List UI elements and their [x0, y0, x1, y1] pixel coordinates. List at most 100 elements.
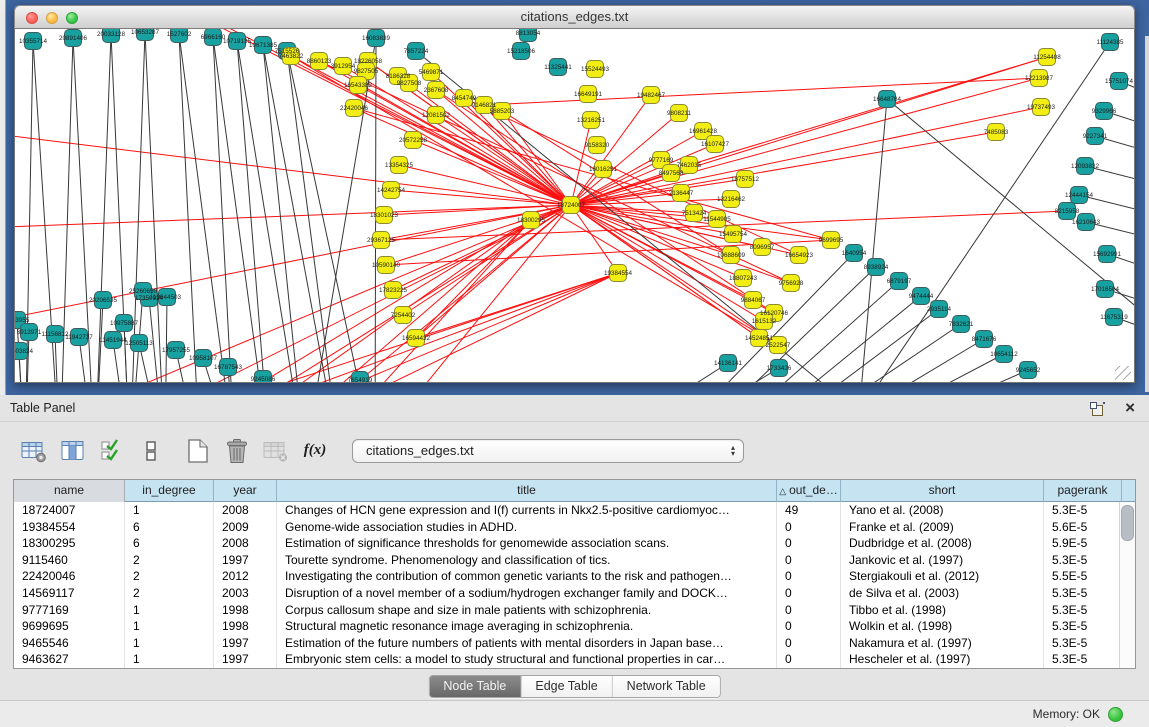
graph-node-label: 18301023 — [370, 212, 399, 219]
graph-node-label: 16107427 — [701, 141, 730, 148]
function-builder-icon[interactable]: f(x) — [301, 438, 329, 464]
column-header-title[interactable]: title — [277, 480, 777, 502]
cell-pagerank: 5.3E-5 — [1044, 635, 1122, 652]
minimize-button[interactable] — [46, 12, 58, 24]
column-header-name[interactable]: name — [14, 480, 125, 502]
table-row[interactable]: 977716911998Corpus callosum shape and si… — [14, 602, 1135, 619]
graph-node-label: 9756928 — [779, 280, 804, 287]
scrollbar-thumb[interactable] — [1121, 505, 1134, 541]
sort-ascending-icon: △ — [779, 486, 786, 496]
graph-node-label: 8497568 — [659, 170, 684, 177]
graph-node-label: 13216462 — [717, 196, 746, 203]
graph-node-label: 16649191 — [574, 91, 603, 98]
graph-node-label: 11675319 — [1100, 314, 1128, 321]
graph-node-label: 20572258 — [399, 137, 428, 144]
column-header-short[interactable]: short — [841, 480, 1044, 502]
citation-edge-black — [95, 34, 111, 383]
float-panel-icon[interactable] — [1090, 402, 1105, 415]
table-row[interactable]: 969969511998Structural magnetic resonanc… — [14, 618, 1135, 635]
table-selector-dropdown[interactable]: citations_edges.txt ▴▾ — [352, 439, 744, 463]
tab-network-table[interactable]: Network Table — [613, 676, 720, 697]
graph-node-label: 1733426 — [767, 365, 792, 372]
cell-title: Estimation of significance thresholds fo… — [277, 535, 777, 552]
graph-node-label: 8860123 — [307, 58, 332, 65]
table-row[interactable]: 1872400712008Changes of HCN gene express… — [14, 502, 1135, 519]
graph-node-label: 20033128 — [97, 31, 126, 38]
show-columns-icon[interactable] — [59, 438, 87, 464]
graph-node-label: 18226058 — [354, 58, 383, 65]
cell-name: 18724007 — [14, 502, 125, 519]
graph-node-label: 19644503 — [153, 294, 182, 301]
zoom-button[interactable] — [66, 12, 78, 24]
resize-grip[interactable] — [1115, 366, 1131, 380]
table-row[interactable]: 2242004622012Investigating the contribut… — [14, 568, 1135, 585]
graph-node-label: 9245086 — [251, 376, 276, 383]
graph-node-label: 16648784 — [873, 96, 902, 103]
table-row[interactable]: 1830029562008Estimation of significance … — [14, 535, 1135, 552]
graph-node-label: 11544905 — [703, 216, 731, 223]
delete-column-icon[interactable] — [223, 438, 251, 464]
table-mode-icon[interactable] — [20, 438, 48, 464]
graph-node-label: 11325441 — [544, 64, 572, 71]
cell-title: Changes of HCN gene expression and I(f) … — [277, 502, 777, 519]
graph-node-label: 9227341 — [1083, 133, 1108, 140]
cell-pagerank: 5.3E-5 — [1044, 651, 1122, 668]
graph-node-label: 10590140 — [372, 262, 401, 269]
graph-node-label: 9699695 — [819, 237, 844, 244]
graph-node-label: 2935114 — [927, 306, 952, 313]
citation-edge-black — [145, 32, 165, 383]
network-canvas[interactable]: 1035571420891406200331281065328715276026… — [14, 29, 1135, 383]
window-title: citations_edges.txt — [15, 6, 1134, 28]
close-panel-icon[interactable]: × — [1125, 401, 1135, 415]
cell-in_degree: 6 — [125, 519, 214, 536]
table-row[interactable]: 946362711997Embryonic stem cells: a mode… — [14, 651, 1135, 668]
table-row[interactable]: 946554611997Estimation of the future num… — [14, 635, 1135, 652]
cell-in_degree: 2 — [125, 552, 214, 569]
window-title-bar[interactable]: citations_edges.txt — [14, 5, 1135, 29]
cell-pagerank: 5.3E-5 — [1044, 552, 1122, 569]
citation-edge-black — [237, 41, 305, 383]
status-bar: Memory: OK — [0, 700, 1149, 727]
cell-pagerank: 5.3E-5 — [1044, 618, 1122, 635]
cell-in_degree: 6 — [125, 535, 214, 552]
cell-short: Nakamura et al. (1997) — [841, 635, 1044, 652]
graph-node-label: 12213987 — [1025, 75, 1054, 82]
node-table: namein_degreeyeartitle△out_de…shortpager… — [13, 479, 1136, 669]
network-canvas-svg[interactable]: 1035571420891406200331281065328715276026… — [15, 29, 1135, 383]
graph-node-label: 29367125 — [367, 237, 396, 244]
graph-node-label: 15751074 — [1105, 78, 1134, 85]
tab-node-table[interactable]: Node Table — [429, 676, 521, 697]
table-row[interactable]: 1938455462009Genome-wide association stu… — [14, 519, 1135, 536]
cell-short: Jankovic et al. (1997) — [841, 552, 1044, 569]
close-button[interactable] — [26, 12, 38, 24]
graph-node-label: 10355714 — [19, 38, 48, 45]
column-header-in_degree[interactable]: in_degree — [125, 480, 214, 502]
citation-edge-black — [578, 363, 728, 383]
column-header-year[interactable]: year — [214, 480, 277, 502]
cell-year: 2012 — [214, 568, 277, 585]
cell-name: 9463627 — [14, 651, 125, 668]
cell-short: Dudbridge et al. (2008) — [841, 535, 1044, 552]
row-height-icon[interactable] — [137, 438, 165, 464]
column-header-pagerank[interactable]: pagerank — [1044, 480, 1122, 502]
graph-node-label: 16787543 — [214, 364, 243, 371]
citation-edge-black — [804, 354, 1004, 383]
column-header-out_de[interactable]: △out_de… — [777, 480, 841, 502]
table-row[interactable]: 911546021997Tourette syndrome. Phenomeno… — [14, 552, 1135, 569]
cell-pagerank: 5.6E-5 — [1044, 519, 1122, 536]
cell-short: Yano et al. (2008) — [841, 502, 1044, 519]
vertical-scrollbar[interactable] — [1119, 502, 1135, 668]
graph-node-label: 1913955 — [15, 317, 30, 324]
graph-node-label: 7832621 — [949, 321, 974, 328]
memory-status-icon[interactable] — [1108, 707, 1123, 722]
graph-node-label: 10958107 — [189, 355, 218, 362]
graph-node-label: 19384554 — [604, 270, 633, 277]
table-row[interactable]: 1456911722003Disruption of a novel membe… — [14, 585, 1135, 602]
cell-year: 2008 — [214, 535, 277, 552]
select-columns-icon[interactable] — [98, 438, 126, 464]
cell-pagerank: 5.3E-5 — [1044, 502, 1122, 519]
citation-edge-black — [213, 37, 235, 383]
tab-edge-table[interactable]: Edge Table — [521, 676, 612, 697]
graph-node-label: 12081502 — [422, 112, 451, 119]
create-column-icon[interactable] — [184, 438, 212, 464]
